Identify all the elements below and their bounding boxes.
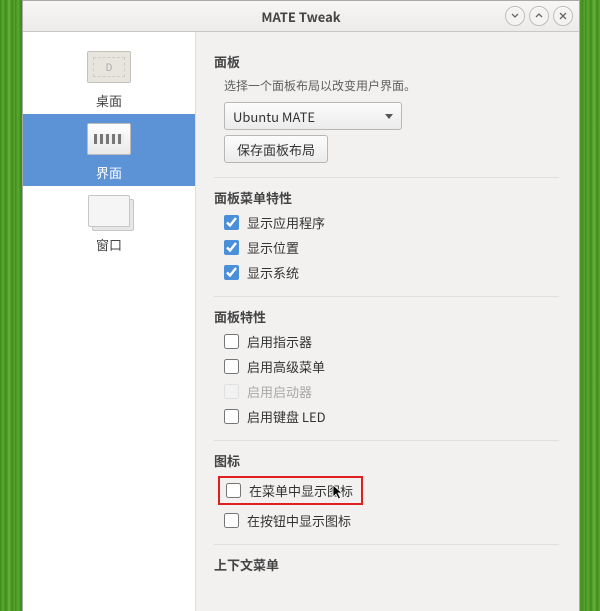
chevron-down-icon <box>385 114 393 119</box>
close-button[interactable] <box>553 6 573 26</box>
checkbox-label: 显示位置 <box>247 238 299 257</box>
checkbox-label: 启用启动器 <box>247 382 312 401</box>
highlighted-option: 在菜单中显示图标 <box>218 476 363 505</box>
checkbox-show-system[interactable]: 显示系统 <box>224 263 559 282</box>
sidebar: 桌面 界面 窗口 <box>23 32 196 611</box>
sidebar-item-window[interactable]: 窗口 <box>23 186 195 258</box>
checkbox-label: 在按钮中显示图标 <box>247 511 351 530</box>
checkbox-enable-launcher: 启用启动器 <box>224 382 559 401</box>
checkbox-enable-indicators[interactable]: 启用指示器 <box>224 332 559 351</box>
window-title: MATE Tweak <box>261 7 340 26</box>
section-panel-heading: 面板 <box>214 52 559 71</box>
checkbox-show-places[interactable]: 显示位置 <box>224 238 559 257</box>
checkbox-input[interactable] <box>224 359 239 374</box>
checkbox-enable-keyboard-led[interactable]: 启用键盘 LED <box>224 407 559 426</box>
section-panel-features-heading: 面板特性 <box>214 307 559 326</box>
sidebar-item-interface[interactable]: 界面 <box>23 114 195 186</box>
panel-hint: 选择一个面板布局以改变用户界面。 <box>224 77 559 94</box>
sidebar-item-label: 窗口 <box>96 235 122 254</box>
sidebar-item-label: 界面 <box>96 163 122 182</box>
section-panel-menu-heading: 面板菜单特性 <box>214 188 559 207</box>
checkbox-input[interactable] <box>224 409 239 424</box>
divider <box>214 544 559 545</box>
divider <box>214 440 559 441</box>
window-controls <box>505 6 573 26</box>
checkbox-label: 显示系统 <box>247 263 299 282</box>
titlebar: MATE Tweak <box>23 1 579 32</box>
checkbox-label: 启用高级菜单 <box>247 357 325 376</box>
minimize-button[interactable] <box>505 6 525 26</box>
checkbox-label: 显示应用程序 <box>247 213 325 232</box>
checkbox-input[interactable] <box>226 483 241 498</box>
sidebar-item-label: 桌面 <box>96 91 122 110</box>
mate-tweak-window: MATE Tweak 桌面 <box>22 0 580 611</box>
checkbox-label: 启用键盘 LED <box>247 407 326 426</box>
windows-icon <box>85 191 133 231</box>
checkbox-input[interactable] <box>224 240 239 255</box>
checkbox-show-icons-in-buttons[interactable]: 在按钮中显示图标 <box>224 511 559 530</box>
interface-icon <box>85 119 133 159</box>
section-icons-heading: 图标 <box>214 451 559 470</box>
checkbox-input <box>224 384 239 399</box>
maximize-button[interactable] <box>529 6 549 26</box>
panel-layout-combo[interactable]: Ubuntu MATE <box>224 102 402 130</box>
section-context-menu-heading: 上下文菜单 <box>214 555 559 574</box>
save-panel-layout-button[interactable]: 保存面板布局 <box>224 135 328 163</box>
content-pane: 面板 选择一个面板布局以改变用户界面。 Ubuntu MATE 保存面板布局 面… <box>196 32 579 611</box>
divider <box>214 296 559 297</box>
checkbox-show-applications[interactable]: 显示应用程序 <box>224 213 559 232</box>
panel-layout-value: Ubuntu MATE <box>233 107 315 126</box>
divider <box>214 177 559 178</box>
desktop-background: MATE Tweak 桌面 <box>0 0 600 611</box>
checkbox-input[interactable] <box>224 334 239 349</box>
checkbox-label: 启用指示器 <box>247 332 312 351</box>
sidebar-item-desktop[interactable]: 桌面 <box>23 42 195 114</box>
checkbox-show-icons-in-menus[interactable]: 在菜单中显示图标 <box>226 481 353 500</box>
desktop-icon <box>85 47 133 87</box>
checkbox-enable-advanced-menu[interactable]: 启用高级菜单 <box>224 357 559 376</box>
checkbox-input[interactable] <box>224 265 239 280</box>
checkbox-input[interactable] <box>224 513 239 528</box>
checkbox-label: 在菜单中显示图标 <box>249 481 353 500</box>
checkbox-input[interactable] <box>224 215 239 230</box>
button-label: 保存面板布局 <box>237 140 315 159</box>
